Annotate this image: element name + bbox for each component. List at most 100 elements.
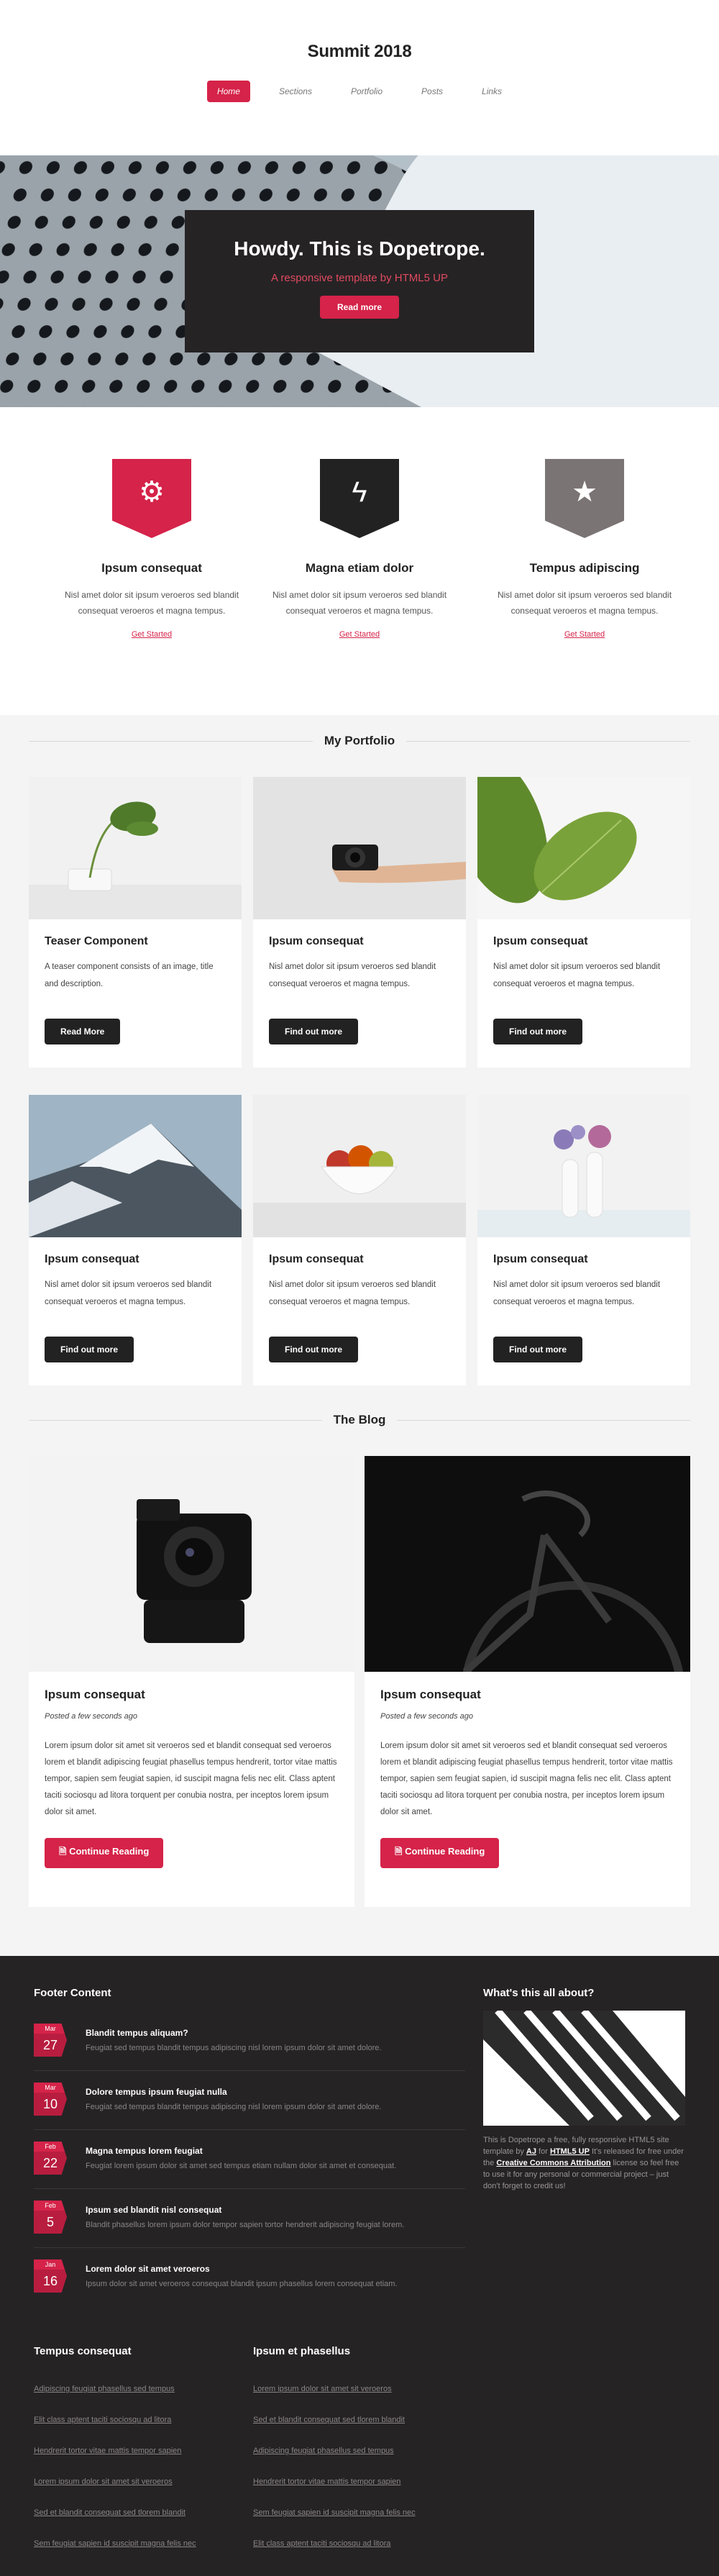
blog-post: Ipsum consequat Posted a few seconds ago… — [29, 1456, 354, 1907]
plant-vase-photo[interactable] — [29, 777, 242, 919]
feed-item-text: Ipsum dolor sit amet veroeros consequat … — [86, 2280, 398, 2288]
card-text: Nisl amet dolor sit ipsum veroeros sed b… — [493, 962, 661, 988]
footer-link[interactable]: Hendrerit tortor vitae mattis tempor sap… — [34, 2436, 242, 2467]
bicycle-dark-photo[interactable] — [365, 1456, 690, 1672]
nav-posts[interactable]: Posts — [411, 81, 453, 102]
continue-reading-button[interactable]: 🗎 Continue Reading — [45, 1838, 164, 1868]
feed-item-title[interactable]: Blandit tempus aliquam? — [86, 2028, 188, 2038]
html5up-link[interactable]: HTML5 UP — [550, 2147, 590, 2156]
date-month: Mar — [34, 2083, 67, 2093]
footer-feed-title: Footer Content — [34, 1987, 111, 1999]
fruit-bowl-photo[interactable] — [253, 1095, 466, 1237]
feed-item-text: Blandit phasellus lorem ipsum dolor temp… — [86, 2221, 405, 2229]
hero-banner: Howdy. This is Dopetrope. A responsive t… — [0, 155, 719, 407]
camera-on-white-photo[interactable] — [29, 1456, 354, 1672]
aj-link[interactable]: AJ — [526, 2147, 536, 2156]
footer-link[interactable]: Hendrerit tortor vitae mattis tempor sap… — [253, 2467, 462, 2498]
card-text: A teaser component consists of an image,… — [45, 962, 214, 988]
document-icon: 🗎 — [395, 1846, 406, 1857]
card-title: Ipsum consequat — [269, 1253, 364, 1265]
date-day: 10 — [34, 2093, 67, 2116]
feature-item: ⚙ Ipsum consequat Nisl amet dolor sit ip… — [47, 459, 256, 640]
footer-link[interactable]: Lorem ipsum dolor sit amet sit veroeros — [34, 2467, 242, 2498]
find-out-more-button[interactable]: Find out more — [493, 1337, 582, 1362]
links-list-1: Adipiscing feugiat phasellus sed tempus … — [34, 2374, 242, 2559]
gear-icon: ⚙ — [139, 476, 165, 508]
get-started-link[interactable]: Get Started — [339, 630, 380, 639]
footer-link[interactable]: Sem feugiat sapien id suscipit magna fel… — [34, 2529, 242, 2559]
portfolio-card: Ipsum consequat Nisl amet dolor sit ipsu… — [253, 777, 466, 1068]
feature-item: ϟ Magna etiam dolor Nisl amet dolor sit … — [255, 459, 464, 640]
feed-item-text: Feugiat sed tempus blandit tempus adipis… — [86, 2103, 382, 2111]
portfolio-card: Teaser Component A teaser component cons… — [29, 777, 242, 1068]
post-text: Lorem ipsum dolor sit amet sit veroeros … — [45, 1742, 337, 1816]
footer-link[interactable]: Sed et blandit consequat sed tlorem blan… — [253, 2405, 462, 2436]
continue-reading-label: Continue Reading — [405, 1846, 485, 1857]
footer-link[interactable]: Adipiscing feugiat phasellus sed tempus — [253, 2436, 462, 2467]
date-month: Jan — [34, 2259, 67, 2270]
date-badge: Jan 16 — [34, 2259, 67, 2293]
portfolio-card: Ipsum consequat Nisl amet dolor sit ipsu… — [477, 1095, 690, 1385]
feed-item-title[interactable]: Dolore tempus ipsum feugiat nulla — [86, 2087, 227, 2097]
date-badge: Feb 5 — [34, 2200, 67, 2234]
card-text: Nisl amet dolor sit ipsum veroeros sed b… — [493, 1280, 661, 1306]
date-month: Feb — [34, 2200, 67, 2211]
feed-item-title[interactable]: Lorem dolor sit amet veroeros — [86, 2264, 210, 2274]
cc-license-link[interactable]: Creative Commons Attribution — [496, 2159, 610, 2167]
site-title[interactable]: Summit 2018 — [0, 0, 719, 62]
flower-vases-photo[interactable] — [477, 1095, 690, 1237]
site-footer: Footer Content Mar 27 Blandit tempus aliq… — [0, 1956, 719, 2576]
feed-item-title[interactable]: Ipsum sed blandit nisl consequat — [86, 2205, 221, 2215]
get-started-link[interactable]: Get Started — [564, 630, 605, 639]
star-icon: ★ — [572, 476, 597, 508]
document-icon: 🗎 — [59, 1846, 70, 1857]
snowy-mountain-photo[interactable] — [29, 1095, 242, 1237]
portfolio-heading: My Portfolio — [29, 734, 690, 748]
about-title: What's this all about? — [483, 1987, 595, 1999]
feature-item: ★ Tempus adipiscing Nisl amet dolor sit … — [480, 459, 689, 640]
feed-item: Mar 27 Blandit tempus aliquam? Feugiat se… — [34, 2012, 465, 2071]
find-out-more-button[interactable]: Find out more — [45, 1337, 134, 1362]
site-header: Summit 2018 Home Sections Portfolio Post… — [0, 0, 719, 155]
feature-text: Nisl amet dolor sit ipsum veroeros sed b… — [497, 590, 672, 616]
about-block: This is Dopetrope a free, fully responsi… — [483, 2011, 685, 2192]
nav-home[interactable]: Home — [206, 81, 250, 102]
feature-badge: ★ — [545, 459, 624, 538]
feed-item-title[interactable]: Magna tempus lorem feugiat — [86, 2146, 203, 2156]
lightning-icon: ϟ — [352, 476, 367, 508]
main-nav: Home Sections Portfolio Posts Links — [0, 81, 719, 102]
read-more-button[interactable]: Read more — [319, 296, 400, 319]
camera-in-hand-photo[interactable] — [253, 777, 466, 919]
footer-link[interactable]: Elit class aptent taciti sociosqu ad lit… — [34, 2405, 242, 2436]
footer-link[interactable]: Lorem ipsum dolor sit amet sit veroeros — [253, 2374, 462, 2405]
about-text-part: This is — [483, 2136, 508, 2144]
portfolio-section: My Portfolio Teaser Component A teaser c… — [0, 715, 719, 1390]
footer-link[interactable]: Sed et blandit consequat sed tlorem blan… — [34, 2498, 242, 2529]
nav-portfolio[interactable]: Portfolio — [341, 81, 393, 102]
about-text: This is Dopetrope a free, fully responsi… — [483, 2134, 685, 2192]
find-out-more-button[interactable]: Find out more — [493, 1019, 582, 1044]
post-title: Ipsum consequat — [380, 1688, 481, 1701]
footer-link[interactable]: Sem feugiat sapien id suscipit magna fel… — [253, 2498, 462, 2529]
nav-links[interactable]: Links — [472, 81, 512, 102]
date-day: 16 — [34, 2270, 67, 2293]
footer-link[interactable]: Elit class aptent taciti sociosqu ad lit… — [253, 2529, 462, 2559]
card-title: Ipsum consequat — [45, 1253, 139, 1265]
feed-item: Mar 10 Dolore tempus ipsum feugiat nulla … — [34, 2071, 465, 2130]
feature-badge: ⚙ — [112, 459, 191, 538]
read-more-button[interactable]: Read More — [45, 1019, 121, 1044]
green-leaf-photo[interactable] — [477, 777, 690, 919]
date-badge: Feb 22 — [34, 2142, 67, 2175]
feed-item-text: Feugiat sed tempus blandit tempus adipis… — [86, 2044, 382, 2052]
continue-reading-button[interactable]: 🗎 Continue Reading — [380, 1838, 500, 1868]
footer-link[interactable]: Adipiscing feugiat phasellus sed tempus — [34, 2374, 242, 2405]
nav-sections[interactable]: Sections — [269, 81, 322, 102]
links-title-1: Tempus consequat — [34, 2345, 132, 2357]
post-title: Ipsum consequat — [45, 1688, 145, 1701]
get-started-link[interactable]: Get Started — [132, 630, 172, 639]
find-out-more-button[interactable]: Find out more — [269, 1337, 358, 1362]
about-text-part: Dopetrope — [508, 2136, 546, 2144]
find-out-more-button[interactable]: Find out more — [269, 1019, 358, 1044]
portfolio-card: Ipsum consequat Nisl amet dolor sit ipsu… — [253, 1095, 466, 1385]
hero-heading: Howdy. This is Dopetrope. — [234, 237, 485, 260]
